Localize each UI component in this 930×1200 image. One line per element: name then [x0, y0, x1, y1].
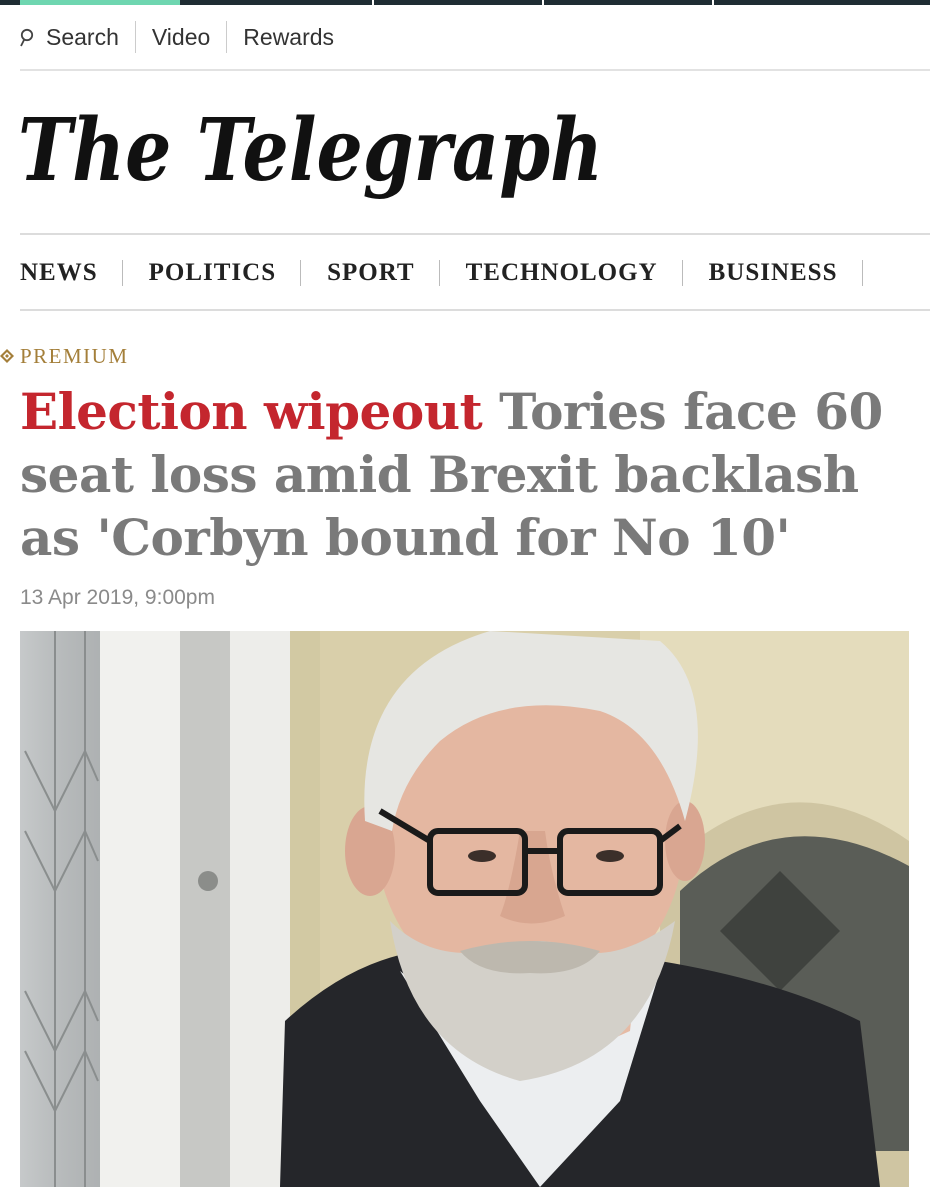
divider [20, 309, 930, 311]
top-accent-bar [0, 0, 930, 5]
nav-item-sport[interactable]: SPORT [327, 260, 440, 286]
nav-item-news[interactable]: NEWS [20, 260, 123, 286]
nav-item-technology[interactable]: TECHNOLOGY [466, 260, 683, 286]
section-nav: NEWS POLITICS SPORT TECHNOLOGY BUSINESS [20, 252, 889, 294]
divider [20, 69, 930, 71]
top-bar-divider [542, 0, 544, 5]
rewards-label: Rewards [243, 23, 335, 50]
premium-badge: PREMIUM [0, 343, 129, 369]
search-link[interactable]: Search [20, 21, 136, 53]
headline-kicker: Election wipeout [20, 382, 483, 441]
divider [20, 233, 930, 235]
rewards-link[interactable]: Rewards [243, 21, 350, 53]
search-label: Search [46, 23, 119, 50]
nav-item-business[interactable]: BUSINESS [709, 260, 863, 286]
article-headline[interactable]: Election wipeout Tories face 60 seat los… [20, 380, 910, 569]
article-date: 13 Apr 2019, 9:00pm [20, 586, 215, 609]
masthead-title: The Telegraph [18, 100, 603, 201]
masthead-logo[interactable]: The Telegraph [18, 92, 618, 207]
utility-nav: Search Video Rewards [20, 20, 366, 54]
article-photo[interactable] [20, 631, 909, 1187]
top-bar-divider [712, 0, 714, 5]
top-bar-divider [372, 0, 374, 5]
top-accent-segment [20, 0, 180, 5]
video-label: Video [151, 23, 211, 50]
premium-diamond-icon [0, 349, 14, 363]
search-icon [20, 27, 38, 47]
video-link[interactable]: Video [151, 21, 228, 53]
premium-label: PREMIUM [20, 343, 129, 368]
nav-item-politics[interactable]: POLITICS [149, 260, 302, 286]
